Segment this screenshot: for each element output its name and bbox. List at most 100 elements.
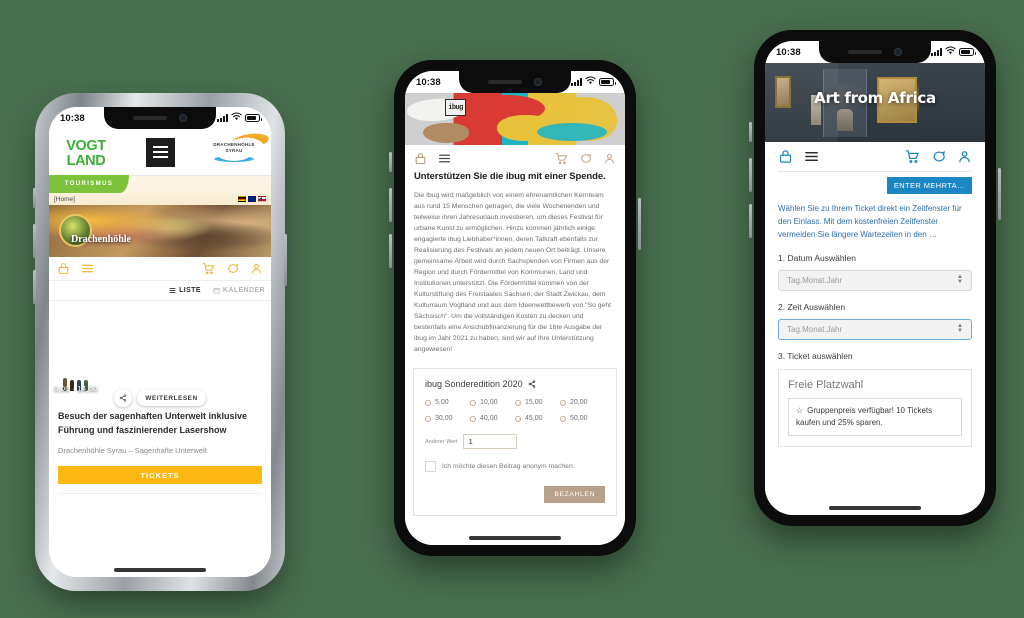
amount-option[interactable]: 20,00 — [560, 399, 605, 406]
step-3-label: 3. Ticket auswählen — [778, 350, 853, 361]
tourismus-tag: TOURISMUS — [49, 175, 129, 193]
custom-amount-label: Anderer Wert — [425, 438, 458, 445]
time-select[interactable]: Tag.Monat.Jahr ▲ ▼ — [778, 318, 972, 340]
hamburger-icon[interactable] — [804, 149, 819, 164]
tab-liste[interactable]: LISTE — [169, 287, 201, 294]
event-subtitle: Drachenhöhle Syrau – Sagenhafte Unterwel… — [58, 445, 207, 455]
chat-icon[interactable] — [579, 152, 592, 165]
custom-amount-input[interactable]: 1 — [462, 434, 517, 449]
power-button[interactable] — [638, 198, 641, 250]
phone2-content: ibug Unterstützen Sie die ibug mit einer… — [405, 93, 625, 545]
lock-icon[interactable] — [414, 152, 427, 165]
enter-mehrtageskarte-button[interactable]: ENTER MEHRTA… — [886, 177, 972, 194]
tab-kalender[interactable]: KALENDER — [213, 287, 265, 294]
radio-icon[interactable] — [560, 415, 566, 422]
cart-icon[interactable] — [555, 152, 568, 165]
hamburger-icon — [145, 137, 175, 167]
hamburger-icon[interactable] — [438, 152, 451, 165]
volume-down-button[interactable] — [389, 234, 392, 268]
radio-icon[interactable] — [425, 399, 431, 406]
donation-paragraph: Die Ibug wird maßgeblich von einem ehren… — [414, 192, 612, 353]
donation-card: ibug Sonderedition 2020 5,00 10,00 15,00… — [413, 368, 617, 516]
tickets-button[interactable]: TICKETS — [58, 466, 262, 485]
amount-option[interactable]: 45,00 — [515, 415, 560, 422]
date-select-value: Tag.Monat.Jahr — [787, 275, 843, 285]
radio-icon[interactable] — [470, 399, 476, 406]
volume-up-button[interactable] — [749, 158, 752, 192]
amount-option[interactable]: 10,00 — [470, 399, 515, 406]
partner-logo-drachenhoehle[interactable]: DRACHENHÖHLE SYRAU — [197, 129, 271, 175]
tab-kalender-label: KALENDER — [222, 287, 265, 294]
mute-switch[interactable] — [33, 188, 36, 208]
amount-label: 40,00 — [480, 415, 498, 422]
date-select[interactable]: Tag.Monat.Jahr ▲ ▼ — [778, 269, 972, 291]
home-indicator[interactable] — [114, 568, 206, 572]
main-menu-button[interactable] — [123, 129, 197, 175]
tourismus-banner-row: TOURISMUS — [49, 175, 271, 193]
share-icon[interactable] — [528, 380, 536, 388]
flag-de-icon[interactable] — [238, 196, 246, 202]
status-indicators — [571, 76, 616, 88]
amount-option[interactable]: 30,00 — [425, 415, 470, 422]
chat-icon[interactable] — [931, 149, 946, 164]
lock-icon[interactable] — [57, 262, 70, 275]
amount-label: 30,00 — [435, 415, 453, 422]
signal-icon — [217, 114, 228, 122]
power-button[interactable] — [284, 234, 287, 286]
volume-up-button[interactable] — [389, 188, 392, 222]
breadcrumb[interactable]: [Home] — [54, 196, 75, 203]
vogtland-hero-image: Drachenhöhle — [49, 205, 271, 257]
volume-down-button[interactable] — [33, 270, 36, 304]
phone-mockup-art-from-africa: 10:38 Art from Africa ENTER MEHRTA… Wähl… — [749, 27, 1001, 529]
lock-icon[interactable] — [778, 149, 793, 164]
vogtland-logo[interactable]: VOGT LAND — [49, 129, 123, 175]
mute-switch[interactable] — [389, 152, 392, 172]
radio-icon[interactable] — [515, 415, 521, 422]
pay-button[interactable]: BEZAHLEN — [544, 486, 605, 503]
radio-icon[interactable] — [470, 415, 476, 422]
amount-label: 10,00 — [480, 399, 498, 406]
booking-intro-text: Wählen Sie zu Ihrem Ticket direkt ein Ze… — [778, 204, 962, 239]
home-indicator[interactable] — [469, 536, 561, 540]
chevron-updown-icon: ▲ ▼ — [957, 322, 963, 335]
cart-icon[interactable] — [202, 262, 215, 275]
radio-icon[interactable] — [425, 415, 431, 422]
toolbar-right-group — [905, 149, 972, 164]
radio-icon[interactable] — [560, 399, 566, 406]
toolbar-left-group — [414, 152, 451, 165]
volume-up-button[interactable] — [33, 224, 36, 258]
hamburger-icon[interactable] — [81, 262, 94, 275]
read-more-button[interactable]: WEITERLESEN — [137, 390, 206, 406]
ticket-option-card[interactable]: Freie Platzwahl ☆ Gruppenpreis verfügbar!… — [778, 368, 972, 447]
chat-icon[interactable] — [226, 262, 239, 275]
donation-card-title: ibug Sonderedition 2020 — [425, 379, 523, 389]
user-icon[interactable] — [603, 152, 616, 165]
ibug-logo: ibug — [445, 99, 466, 116]
status-indicators — [931, 46, 976, 58]
amount-option[interactable]: 15,00 — [515, 399, 560, 406]
amount-option[interactable]: 50,00 — [560, 415, 605, 422]
vogtland-site-header: VOGT LAND DRACHENHÖHLE SYRAU — [49, 129, 271, 176]
power-button[interactable] — [998, 168, 1001, 220]
language-switcher[interactable] — [238, 196, 266, 202]
user-icon[interactable] — [957, 149, 972, 164]
flag-cz-icon[interactable] — [258, 196, 266, 202]
radio-icon[interactable] — [515, 399, 521, 406]
ticket-option-title: Freie Platzwahl — [788, 378, 864, 391]
volume-down-button[interactable] — [749, 204, 752, 238]
amount-option[interactable]: 5,00 — [425, 399, 470, 406]
anonymous-checkbox[interactable] — [425, 461, 436, 472]
user-icon[interactable] — [250, 262, 263, 275]
event-card-image[interactable]: 0,00 · 14,50 — [49, 301, 271, 398]
cart-icon[interactable] — [905, 149, 920, 164]
share-button[interactable] — [114, 389, 133, 407]
mute-switch[interactable] — [749, 122, 752, 142]
phone2-screen: 10:38 ibug Unterstützen Sie die ibug mit… — [405, 71, 625, 545]
signal-icon — [571, 78, 582, 86]
flag-gb-icon[interactable] — [248, 196, 256, 202]
amount-label: 15,00 — [525, 399, 543, 406]
anonymous-row[interactable]: Ich möchte diesen Beitrag anonym machen. — [425, 461, 605, 472]
amount-option[interactable]: 40,00 — [470, 415, 515, 422]
hero-caption: Drachenhöhle — [71, 234, 131, 245]
home-indicator[interactable] — [829, 506, 921, 510]
